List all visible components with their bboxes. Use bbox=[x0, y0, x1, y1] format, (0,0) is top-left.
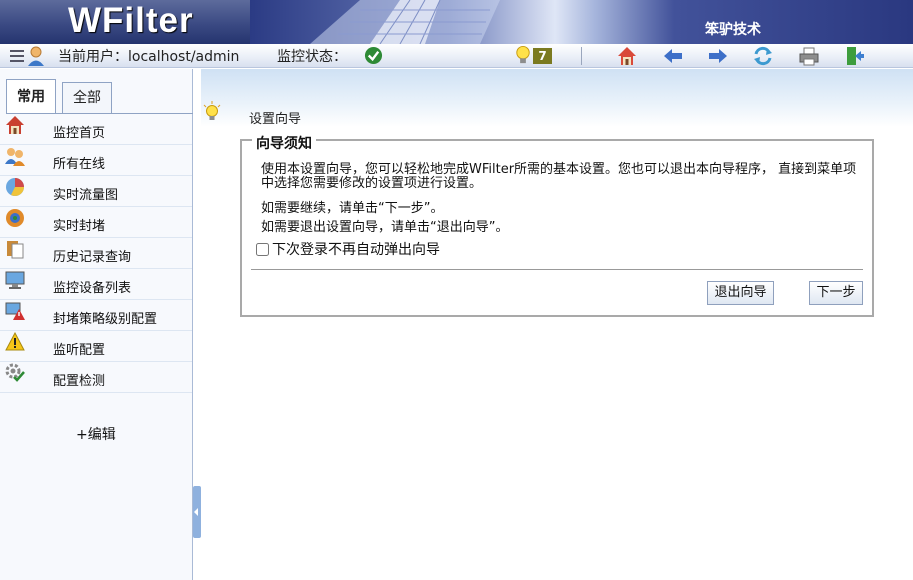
next-step-button[interactable]: 下一步 bbox=[809, 281, 863, 305]
sidebar-item-config-check[interactable]: 配置检测 bbox=[0, 362, 192, 393]
status-ok-icon bbox=[364, 46, 383, 65]
wizard-panel: 向导须知 使用本设置向导，您可以轻松地完成WFilter所需的基本设置。您也可以… bbox=[240, 133, 874, 317]
sidebar-item-label: 实时封堵 bbox=[53, 219, 106, 234]
edit-menu-link[interactable]: +编辑 bbox=[76, 424, 116, 444]
building-graphic bbox=[310, 0, 500, 44]
tab-common[interactable]: 常用 bbox=[6, 79, 56, 114]
block-icon bbox=[6, 209, 24, 227]
sidebar-item-label: 实时流量图 bbox=[53, 188, 119, 203]
sidebar-collapse-handle[interactable] bbox=[193, 486, 201, 538]
sidebar-item-all-online[interactable]: 所有在线 bbox=[0, 145, 192, 176]
lightbulb-icon bbox=[203, 101, 221, 120]
wizard-intro-text: 使用本设置向导，您可以轻松地完成WFilter所需的基本设置。您也可以退出本向导… bbox=[261, 162, 857, 191]
refresh-icon[interactable] bbox=[753, 46, 773, 66]
alert-count-badge[interactable]: 7 bbox=[533, 48, 552, 64]
exit-hint-text: 如需要退出设置向导，请单击“退出向导”。 bbox=[261, 220, 509, 235]
forward-arrow-icon[interactable] bbox=[708, 46, 728, 66]
sidebar-tabs: 常用 全部 bbox=[6, 79, 193, 114]
toolbar: 当前用户：localhost/admin 监控状态： 7 bbox=[0, 44, 913, 68]
sidebar-item-history-query[interactable]: 历史记录查询 bbox=[0, 238, 192, 269]
sidebar-item-listen-config[interactable]: 监听配置 bbox=[0, 331, 192, 362]
menu-list-icon[interactable] bbox=[10, 49, 24, 63]
exit-wizard-button[interactable]: 退出向导 bbox=[707, 281, 774, 305]
sidebar-item-block-policy[interactable]: 封堵策略级别配置 bbox=[0, 300, 192, 331]
no-popup-checkbox-label[interactable]: 下次登录不再自动弹出向导 bbox=[272, 239, 440, 259]
sidebar-item-monitor-home[interactable]: 监控首页 bbox=[0, 114, 192, 145]
lightbulb-icon[interactable] bbox=[515, 45, 531, 66]
current-user-label: 当前用户：localhost/admin bbox=[58, 49, 240, 65]
wizard-divider bbox=[251, 269, 863, 270]
sidebar-item-label: 配置检测 bbox=[53, 374, 106, 389]
toolbar-separator bbox=[581, 47, 582, 65]
sidebar-item-realtime-traffic[interactable]: 实时流量图 bbox=[0, 176, 192, 207]
app-header: WFilter 笨驴技术 bbox=[0, 0, 913, 44]
policy-warning-icon bbox=[5, 302, 25, 320]
home-icon[interactable] bbox=[617, 46, 637, 66]
documents-icon bbox=[7, 241, 24, 259]
user-icon bbox=[28, 46, 44, 66]
monitor-status-label: 监控状态： bbox=[277, 49, 347, 65]
brand-name: 笨驴技术 bbox=[705, 22, 761, 38]
sidebar-item-label: 封堵策略级别配置 bbox=[53, 312, 158, 327]
sidebar-item-label: 所有在线 bbox=[53, 157, 106, 172]
sidebar-item-label: 监控设备列表 bbox=[53, 281, 132, 296]
print-icon[interactable] bbox=[799, 46, 819, 66]
back-arrow-icon[interactable] bbox=[663, 46, 683, 66]
sidebar-item-label: 历史记录查询 bbox=[53, 250, 132, 265]
page-title: 设置向导 bbox=[249, 112, 302, 127]
wizard-legend: 向导须知 bbox=[252, 133, 316, 153]
sidebar: 常用 全部 监控首页 所有在线 实时流量图 实时封堵 历史记录查询 监控设备列表… bbox=[0, 69, 193, 580]
sidebar-menu: 监控首页 所有在线 实时流量图 实时封堵 历史记录查询 监控设备列表 封堵策略级… bbox=[0, 114, 192, 393]
no-popup-checkbox[interactable] bbox=[256, 242, 269, 256]
sidebar-item-device-list[interactable]: 监控设备列表 bbox=[0, 269, 192, 300]
pie-chart-icon bbox=[6, 178, 24, 196]
tab-all[interactable]: 全部 bbox=[62, 82, 112, 113]
exit-icon[interactable] bbox=[845, 46, 865, 66]
sidebar-item-label: 监听配置 bbox=[53, 343, 106, 358]
no-popup-checkbox-row[interactable]: 下次登录不再自动弹出向导 bbox=[256, 240, 440, 258]
app-logo: WFilter bbox=[68, 1, 194, 40]
monitor-icon bbox=[5, 271, 25, 289]
next-hint-text: 如需要继续，请单击“下一步”。 bbox=[261, 201, 444, 216]
home-icon bbox=[6, 116, 24, 134]
sidebar-item-realtime-block[interactable]: 实时封堵 bbox=[0, 207, 192, 238]
main-content: 设置向导 向导须知 使用本设置向导，您可以轻松地完成WFilter所需的基本设置… bbox=[201, 69, 913, 580]
title-band bbox=[201, 69, 913, 127]
warning-icon bbox=[5, 332, 25, 351]
users-icon bbox=[5, 148, 25, 166]
logo-area: WFilter bbox=[0, 0, 250, 44]
sidebar-item-label: 监控首页 bbox=[53, 126, 106, 141]
header-banner: 笨驴技术 bbox=[250, 0, 913, 44]
gear-check-icon bbox=[5, 363, 25, 382]
